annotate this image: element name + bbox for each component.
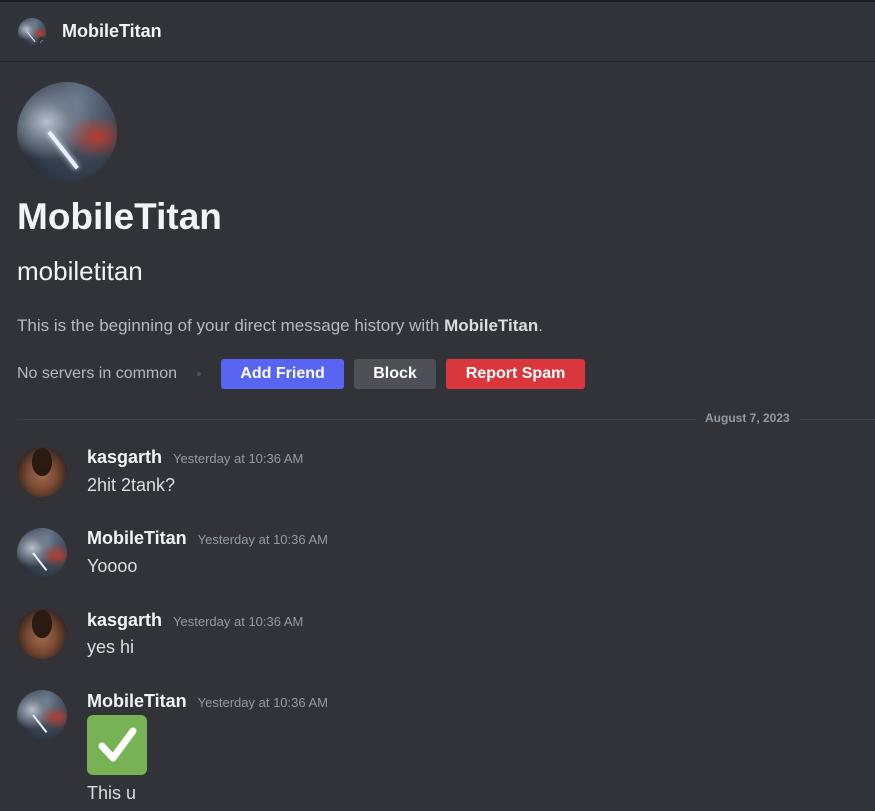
- dm-intro-text: This is the beginning of your direct mes…: [17, 316, 543, 336]
- profile-actions: No servers in common Add Friend Block Re…: [17, 359, 595, 389]
- message-timestamp: Yesterday at 10:36 AM: [197, 532, 329, 547]
- message-text: 2hit 2tank?: [87, 475, 176, 495]
- profile-avatar[interactable]: [17, 82, 117, 182]
- message-text: yes hi: [87, 637, 135, 657]
- profile-display-name: MobileTitan: [17, 196, 222, 237]
- check-mark-emoji-icon[interactable]: [87, 715, 147, 775]
- header-avatar[interactable]: [18, 18, 46, 46]
- intro-suffix: .: [538, 316, 543, 335]
- block-button[interactable]: Block: [354, 359, 437, 389]
- intro-prefix: This is the beginning of your direct mes…: [17, 316, 445, 335]
- message-text: This u: [87, 783, 137, 803]
- author-avatar[interactable]: [17, 447, 67, 497]
- add-friend-button[interactable]: Add Friend: [221, 359, 345, 389]
- message-timestamp: Yesterday at 10:36 AM: [173, 614, 304, 629]
- message-header: MobileTitan Yesterday at 10:36 AM: [87, 691, 328, 712]
- message-header: kasgarth Yesterday at 10:36 AM: [87, 610, 303, 631]
- header-channel-name[interactable]: MobileTitan: [62, 21, 162, 42]
- report-spam-button[interactable]: Report Spam: [446, 359, 586, 389]
- author-avatar[interactable]: [17, 609, 67, 659]
- profile-avatar-image: [17, 82, 117, 182]
- offline-status-icon: [37, 37, 46, 46]
- message-timestamp: Yesterday at 10:36 AM: [173, 451, 304, 466]
- author-name[interactable]: kasgarth: [87, 447, 162, 468]
- message-header: kasgarth Yesterday at 10:36 AM: [87, 447, 303, 468]
- mutual-servers-text[interactable]: No servers in common: [17, 365, 177, 383]
- profile-username: mobiletitan: [17, 256, 143, 286]
- author-name[interactable]: kasgarth: [87, 610, 162, 631]
- author-avatar[interactable]: [17, 528, 67, 578]
- author-name[interactable]: MobileTitan: [87, 528, 187, 549]
- message-text: Yoooo: [87, 556, 138, 576]
- date-divider-label: August 7, 2023: [696, 411, 799, 425]
- author-avatar[interactable]: [17, 690, 67, 740]
- message-header: MobileTitan Yesterday at 10:36 AM: [87, 528, 328, 549]
- separator-dot: [197, 372, 202, 376]
- message-timestamp: Yesterday at 10:36 AM: [197, 695, 329, 710]
- intro-name: MobileTitan: [444, 316, 539, 335]
- author-name[interactable]: MobileTitan: [87, 691, 187, 712]
- dm-header: MobileTitan: [0, 0, 875, 62]
